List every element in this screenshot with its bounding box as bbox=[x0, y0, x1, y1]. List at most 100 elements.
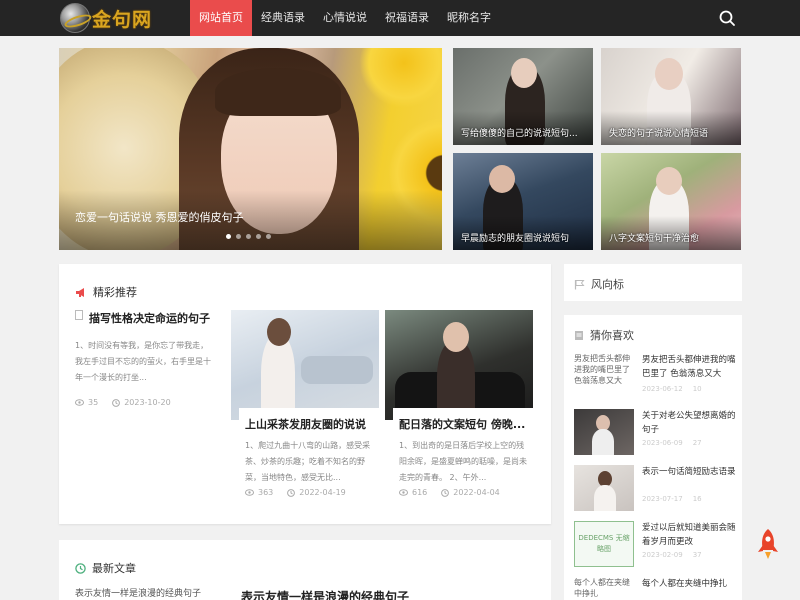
nav-home[interactable]: 网站首页 bbox=[190, 0, 252, 36]
hero-figure-bangs bbox=[215, 68, 341, 116]
hero-slider[interactable]: 恋爱一句话说说 秀恩爱的俏皮句子 bbox=[59, 48, 442, 250]
tile-figure-head bbox=[511, 58, 537, 88]
nav-mood[interactable]: 心情说说 bbox=[314, 0, 376, 36]
like-item-thumb bbox=[574, 409, 634, 455]
card-image bbox=[385, 310, 533, 420]
wind-vane-title: 风向标 bbox=[591, 278, 624, 291]
tile-figure-head bbox=[489, 165, 515, 193]
article-title[interactable]: 描写性格决定命运的句子 bbox=[75, 310, 215, 326]
featured-panel: 精彩推荐 描写性格决定命运的句子 1、时间没有等我，是你忘了带我走，我左手过目不… bbox=[59, 264, 551, 524]
sunflower-decoration bbox=[359, 48, 442, 108]
slider-dot[interactable] bbox=[266, 234, 271, 239]
card-title[interactable]: 配日落的文案短句 傍晚... bbox=[393, 408, 533, 434]
nav-blessings[interactable]: 祝福语录 bbox=[376, 0, 438, 36]
card-image bbox=[231, 310, 379, 420]
clock-icon bbox=[287, 488, 296, 497]
nav-nicknames[interactable]: 昵称名字 bbox=[438, 0, 500, 36]
publish-date: 2022-04-04 bbox=[453, 488, 500, 497]
like-item-title[interactable]: 每个人都在夹缝中挣扎 bbox=[642, 577, 736, 591]
slider-dots bbox=[226, 234, 271, 239]
guess-title: 猜你喜欢 bbox=[590, 329, 634, 342]
featured-tile-3[interactable]: 早晨励志的朋友圈说说短句 bbox=[453, 153, 593, 250]
logo-globe-icon bbox=[60, 3, 90, 33]
car-shape bbox=[301, 356, 373, 384]
like-item[interactable]: 男友把舌头都伸进我的嘴巴里了 色翁荡息又大 男友把舌头都伸进我的嘴巴里了 色翁荡… bbox=[574, 353, 736, 399]
view-count: 363 bbox=[258, 488, 274, 497]
tile-figure-head bbox=[656, 167, 682, 195]
like-item-title[interactable]: 男友把舌头都伸进我的嘴巴里了 色翁荡息又大 bbox=[642, 353, 736, 381]
like-item-views: 37 bbox=[692, 551, 702, 559]
card-excerpt: 1、爬过九曲十八弯的山路，感受采茶、炒茶的乐趣；吃着不知名的野菜，当地特色，感受… bbox=[245, 441, 371, 482]
featured-tile-2[interactable]: 失恋的句子说说心情短语 bbox=[601, 48, 741, 145]
card-meta: 363 2022-04-19 bbox=[245, 488, 346, 497]
latest-panel: 最新文章 表示友情一样是浪漫的经典句子 表示友情一样是浪漫的经典句子 bbox=[59, 540, 551, 600]
like-item-thumb bbox=[574, 465, 634, 511]
hero-caption[interactable]: 恋爱一句话说说 秀恩爱的俏皮句子 bbox=[75, 209, 244, 225]
no-thumbnail-placeholder: DEDECMS 无缩略图 bbox=[574, 521, 634, 567]
nav-classic-quotes[interactable]: 经典语录 bbox=[252, 0, 314, 36]
featured-heading: 精彩推荐 bbox=[75, 284, 137, 300]
top-navbar: 金句网 网站首页 经典语录 心情说说 祝福语录 昵称名字 bbox=[0, 0, 800, 36]
thumb-figure bbox=[594, 485, 616, 511]
card-figure-head bbox=[443, 322, 469, 352]
latest-article-title[interactable]: 表示友情一样是浪漫的经典句子 bbox=[241, 588, 409, 600]
back-to-top-rocket-icon[interactable] bbox=[757, 528, 779, 560]
like-item-views: 27 bbox=[692, 439, 702, 447]
search-icon[interactable] bbox=[718, 9, 736, 27]
featured-tile-1[interactable]: 写给傻傻的自己的说说短句... bbox=[453, 48, 593, 145]
featured-card-1[interactable]: 上山采茶发朋友圈的说说 1、爬过九曲十八弯的山路，感受采茶、炒茶的乐趣；吃着不知… bbox=[231, 310, 379, 497]
article-meta: 35 2023-10-20 bbox=[75, 398, 215, 407]
tile-caption[interactable]: 失恋的句子说说心情短语 bbox=[609, 126, 708, 139]
view-count: 35 bbox=[88, 398, 99, 407]
like-item-date: 2023-02-09 bbox=[642, 551, 683, 559]
eye-icon bbox=[245, 489, 254, 496]
logo-text: 金句网 bbox=[92, 8, 153, 31]
slider-dot[interactable] bbox=[226, 234, 231, 239]
latest-title: 最新文章 bbox=[92, 562, 136, 575]
site-logo[interactable]: 金句网 bbox=[60, 2, 160, 34]
like-item-meta: 2023-06-09 27 bbox=[642, 439, 702, 447]
like-item-title[interactable]: 表示一句话简短励志语录 bbox=[642, 465, 736, 479]
like-item[interactable]: 每个人都在夹缝中挣扎 每个人都在夹缝中挣扎 bbox=[574, 577, 736, 600]
featured-tile-4[interactable]: 八字文案短句干净治愈 bbox=[601, 153, 741, 250]
like-item-meta: 2023-06-12 10 bbox=[642, 385, 702, 393]
thumb-figure bbox=[592, 429, 614, 455]
featured-title: 精彩推荐 bbox=[93, 286, 137, 299]
clock-icon bbox=[441, 488, 450, 497]
guess-heading: 猜你喜欢 bbox=[574, 327, 634, 343]
tile-figure-head bbox=[655, 58, 683, 90]
featured-card-2[interactable]: 配日落的文案短句 傍晚... 1、到出奇的是日落后学校上空的残阳余晖，是盛夏蝉鸣… bbox=[385, 310, 533, 497]
eye-icon bbox=[75, 399, 84, 406]
slider-dot[interactable] bbox=[256, 234, 261, 239]
like-item[interactable]: DEDECMS 无缩略图 爱过以后就知道美丽会随着岁月而更改 2023-02-0… bbox=[574, 521, 736, 567]
like-item-title[interactable]: 关于对老公失望想离婚的句子 bbox=[642, 409, 736, 437]
publish-date: 2023-10-20 bbox=[124, 398, 171, 407]
like-item-thumb: 男友把舌头都伸进我的嘴巴里了 色翁荡息又大 bbox=[574, 354, 630, 385]
latest-thumb[interactable]: 表示友情一样是浪漫的经典句子 bbox=[75, 586, 215, 600]
tile-caption[interactable]: 写给傻傻的自己的说说短句... bbox=[461, 126, 578, 139]
slider-dot[interactable] bbox=[246, 234, 251, 239]
clock-icon bbox=[112, 398, 121, 407]
megaphone-icon bbox=[76, 287, 84, 297]
flag-icon bbox=[574, 279, 585, 289]
main-nav: 网站首页 经典语录 心情说说 祝福语录 昵称名字 bbox=[190, 0, 500, 36]
slider-dot[interactable] bbox=[236, 234, 241, 239]
like-item-title[interactable]: 爱过以后就知道美丽会随着岁月而更改 bbox=[642, 521, 736, 549]
like-item-meta: 2023-02-09 37 bbox=[642, 551, 702, 559]
like-item-meta: 2023-07-17 16 bbox=[642, 495, 702, 503]
card-title[interactable]: 上山采茶发朋友圈的说说 bbox=[239, 408, 379, 434]
like-item[interactable]: 表示一句话简短励志语录 2023-07-17 16 bbox=[574, 465, 736, 511]
document-icon bbox=[575, 330, 583, 340]
like-item-date: 2023-06-12 bbox=[642, 385, 683, 393]
card-meta: 616 2022-04-04 bbox=[399, 488, 500, 497]
like-item-views: 10 bbox=[692, 385, 702, 393]
view-count: 616 bbox=[412, 488, 428, 497]
featured-first-article[interactable]: 描写性格决定命运的句子 1、时间没有等我，是你忘了带我走，我左手过目不忘的的萤火… bbox=[75, 310, 215, 407]
tile-caption[interactable]: 八字文案短句干净治愈 bbox=[609, 231, 699, 244]
tile-caption[interactable]: 早晨励志的朋友圈说说短句 bbox=[461, 231, 569, 244]
eye-icon bbox=[399, 489, 408, 496]
article-excerpt: 1、时间没有等我，是你忘了带我走，我左手过目不忘的的萤火，右手里是十年一个漫长的… bbox=[75, 341, 211, 382]
like-item[interactable]: 关于对老公失望想离婚的句子 2023-06-09 27 bbox=[574, 409, 736, 455]
like-item-date: 2023-07-17 bbox=[642, 495, 683, 503]
card-figure-head bbox=[267, 318, 291, 346]
